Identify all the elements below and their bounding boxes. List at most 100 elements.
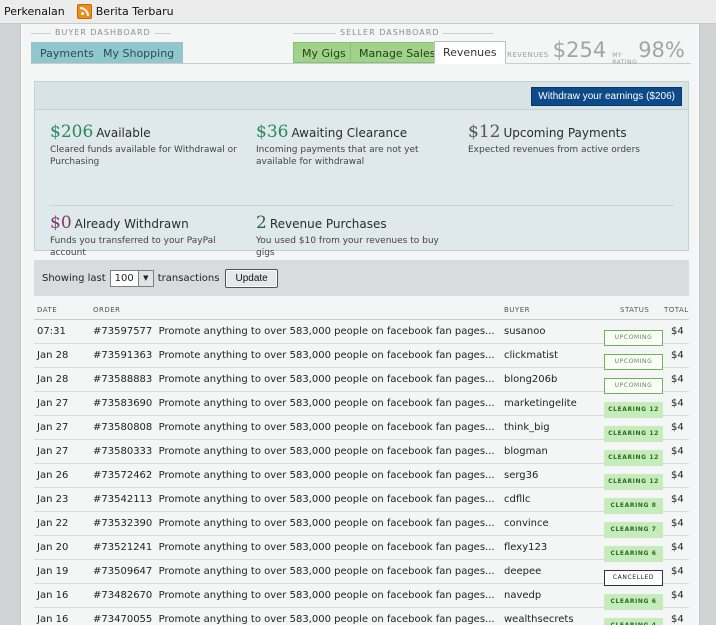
summary-upcoming: $12 Upcoming Payments Expected revenues …: [468, 122, 678, 156]
row-total: $4: [671, 446, 684, 457]
summary-purchases: 2 Revenue Purchases You used $10 from yo…: [256, 213, 446, 259]
table-row[interactable]: Jan 16 #73482670 Promote anything to over…: [34, 584, 689, 610]
row-date: Jan 22: [37, 518, 69, 529]
row-order[interactable]: #73509647 Promote anything to over 583,0…: [93, 566, 505, 577]
tab-my-shopping[interactable]: My Shopping: [94, 42, 184, 63]
available-title: Available: [96, 126, 151, 140]
row-buyer[interactable]: navedp: [504, 590, 541, 601]
row-total: $4: [671, 590, 684, 601]
table-header: DATE ORDER BUYER STATUS TOTAL: [34, 298, 689, 320]
row-buyer[interactable]: cdfllc: [504, 494, 530, 505]
dashboard-header: BUYER DASHBOARD SELLER DASHBOARD Payment…: [31, 24, 691, 66]
row-buyer[interactable]: blogman: [504, 446, 548, 457]
table-row[interactable]: Jan 20 #73521241 Promote anything to over…: [34, 536, 689, 562]
tab-my-gigs[interactable]: My Gigs: [293, 42, 355, 63]
row-order[interactable]: #73580808 Promote anything to over 583,0…: [93, 422, 505, 433]
table-row[interactable]: Jan 27 #73580808 Promote anything to over…: [34, 416, 689, 442]
order-number: #73532390: [93, 518, 153, 529]
row-buyer[interactable]: flexy123: [504, 542, 547, 553]
transaction-count-value: 100: [114, 272, 134, 284]
row-order[interactable]: #73470055 Promote anything to over 583,0…: [93, 614, 505, 625]
order-description: Promote anything to over 583,000 people …: [158, 350, 495, 361]
col-total: TOTAL: [664, 306, 689, 314]
table-row[interactable]: 07:31 #73597577 Promote anything to over …: [34, 320, 689, 346]
table-row[interactable]: Jan 28 #73588883 Promote anything to over…: [34, 368, 689, 394]
table-row[interactable]: Jan 27 #73580333 Promote anything to over…: [34, 440, 689, 466]
table-row[interactable]: Jan 26 #73572462 Promote anything to over…: [34, 464, 689, 490]
revenue-rating-stats: REVENUES $254 MY RATING 98%: [507, 38, 691, 66]
transactions-label: transactions: [157, 272, 220, 284]
row-buyer[interactable]: deepee: [504, 566, 541, 577]
col-date: DATE: [37, 306, 58, 314]
withdraw-bar: Withdraw your earnings ($206): [35, 82, 688, 110]
row-buyer[interactable]: marketingelite: [504, 398, 577, 409]
bookmarks-bar: Perkenalan Berita Terbaru: [0, 0, 716, 24]
bookmark-perkenalan[interactable]: Perkenalan: [0, 5, 69, 18]
row-total: $4: [671, 326, 684, 337]
bookmark-berita-terbaru[interactable]: Berita Terbaru: [69, 4, 178, 19]
row-buyer[interactable]: susanoo: [504, 326, 545, 337]
row-date: Jan 23: [37, 494, 69, 505]
order-number: #73588883: [93, 374, 153, 385]
summary-available: $206 Available Cleared funds available f…: [50, 122, 240, 168]
row-buyer[interactable]: convince: [504, 518, 549, 529]
row-buyer[interactable]: think_big: [504, 422, 550, 433]
summary-withdrawn: $0 Already Withdrawn Funds you transferr…: [50, 213, 235, 259]
rating-label-line-2: RATING: [612, 59, 638, 66]
order-number: #73580808: [93, 422, 153, 433]
tab-manage-sales[interactable]: Manage Sales: [350, 42, 445, 63]
withdrawn-title: Already Withdrawn: [74, 217, 189, 231]
tab-payments[interactable]: Payments: [31, 42, 103, 63]
row-order[interactable]: #73588883 Promote anything to over 583,0…: [93, 374, 505, 385]
row-total: $4: [671, 518, 684, 529]
bookmark-label: Berita Terbaru: [95, 5, 174, 18]
row-total: $4: [671, 350, 684, 361]
row-buyer[interactable]: wealthsecrets: [504, 614, 574, 625]
row-order[interactable]: #73482670 Promote anything to over 583,0…: [93, 590, 505, 601]
row-order[interactable]: #73521241 Promote anything to over 583,0…: [93, 542, 505, 553]
row-order[interactable]: #73532390 Promote anything to over 583,0…: [93, 518, 505, 529]
row-buyer[interactable]: blong206b: [504, 374, 557, 385]
row-date: Jan 28: [37, 374, 69, 385]
order-description: Promote anything to over 583,000 people …: [158, 446, 495, 457]
row-total: $4: [671, 494, 684, 505]
update-button[interactable]: Update: [225, 268, 278, 288]
row-order[interactable]: #73591363 Promote anything to over 583,0…: [93, 350, 505, 361]
row-order[interactable]: #73583690 Promote anything to over 583,0…: [93, 398, 505, 409]
row-order[interactable]: #73597577 Promote anything to over 583,0…: [93, 326, 505, 337]
table-row[interactable]: Jan 28 #73591363 Promote anything to over…: [34, 344, 689, 370]
col-status: STATUS: [620, 306, 650, 314]
order-number: #73572462: [93, 470, 153, 481]
seller-dashboard-label: SELLER DASHBOARD: [336, 28, 444, 37]
rss-feed-icon: [76, 4, 92, 19]
withdraw-earnings-button[interactable]: Withdraw your earnings ($206): [531, 87, 682, 106]
table-row[interactable]: Jan 27 #73583690 Promote anything to over…: [34, 392, 689, 418]
row-date: Jan 28: [37, 350, 69, 361]
revenues-label: REVENUES: [507, 51, 549, 59]
order-description: Promote anything to over 583,000 people …: [158, 494, 495, 505]
row-order[interactable]: #73572462 Promote anything to over 583,0…: [93, 470, 505, 481]
row-order[interactable]: #73580333 Promote anything to over 583,0…: [93, 446, 505, 457]
table-row[interactable]: Jan 19 #73509647 Promote anything to over…: [34, 560, 689, 586]
row-total: $4: [671, 614, 684, 625]
order-description: Promote anything to over 583,000 people …: [158, 374, 495, 385]
chevron-down-icon: ▼: [137, 270, 153, 286]
col-buyer: BUYER: [504, 306, 530, 314]
row-total: $4: [671, 566, 684, 577]
row-buyer[interactable]: serg36: [504, 470, 538, 481]
row-date: Jan 27: [37, 446, 69, 457]
row-order[interactable]: #73542113 Promote anything to over 583,0…: [93, 494, 505, 505]
tab-revenues[interactable]: Revenues: [434, 41, 506, 64]
table-row[interactable]: Jan 16 #73470055 Promote anything to over…: [34, 608, 689, 625]
order-number: #73580333: [93, 446, 153, 457]
row-date: Jan 16: [37, 590, 69, 601]
window-edge: [700, 24, 716, 625]
table-row[interactable]: Jan 23 #73542113 Promote anything to over…: [34, 488, 689, 514]
bookmark-label: Perkenalan: [4, 5, 65, 18]
table-row[interactable]: Jan 22 #73532390 Promote anything to over…: [34, 512, 689, 538]
purchases-desc: You used $10 from your revenues to buy g…: [256, 236, 439, 258]
row-buyer[interactable]: clickmatist: [504, 350, 558, 361]
order-number: #73597577: [93, 326, 153, 337]
order-description: Promote anything to over 583,000 people …: [158, 614, 495, 625]
transaction-count-select[interactable]: 100 ▼: [109, 269, 154, 287]
